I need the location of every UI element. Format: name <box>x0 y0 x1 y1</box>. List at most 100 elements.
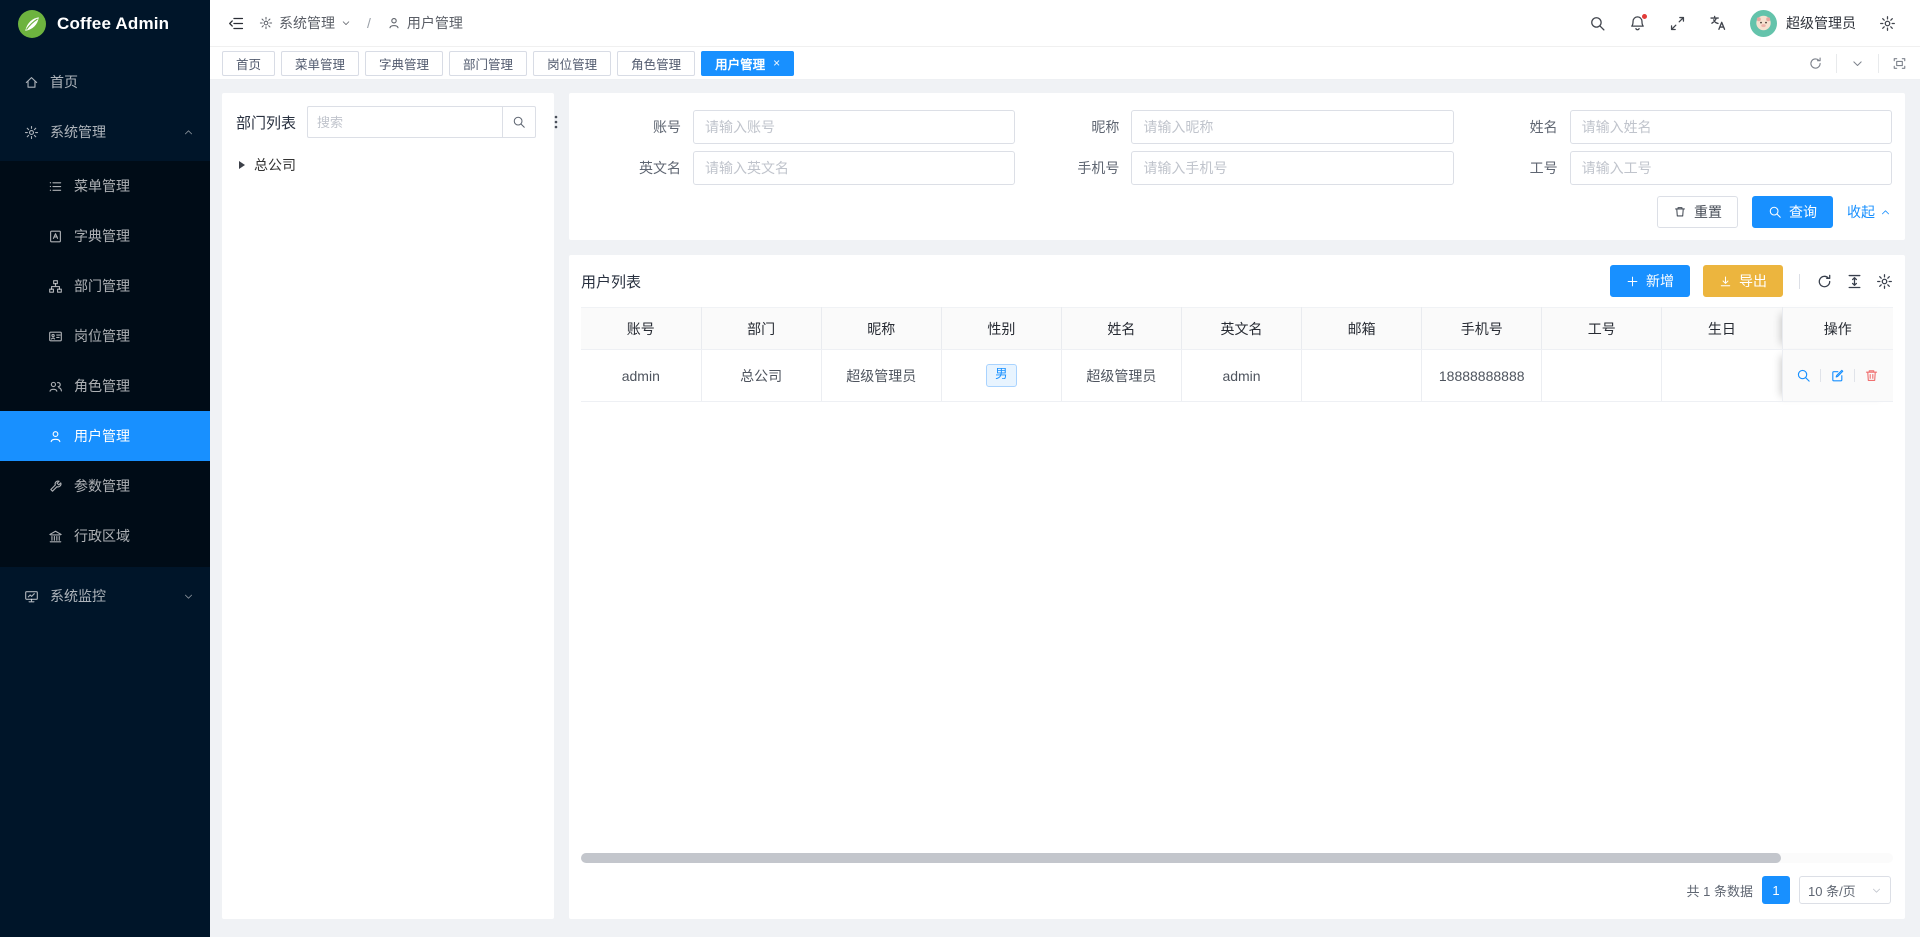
sidebar-item-system-management[interactable]: 系统管理 <box>0 111 210 153</box>
form-field-account: 账号 <box>581 110 1015 144</box>
query-button[interactable]: 查询 <box>1752 196 1833 228</box>
chevron-down-icon <box>341 18 351 28</box>
menu-fold-icon[interactable] <box>228 15 245 32</box>
field-label: 姓名 <box>1458 117 1558 137</box>
scrollbar-thumb[interactable] <box>581 853 1781 863</box>
tab-user-management[interactable]: 用户管理 × <box>701 51 794 76</box>
org-chart-icon <box>48 279 63 294</box>
department-search-button[interactable] <box>502 106 536 138</box>
notification-badge <box>1641 13 1648 20</box>
home-icon <box>24 75 39 90</box>
plus-icon <box>1626 275 1639 288</box>
field-label: 英文名 <box>581 158 681 178</box>
form-actions: 重置 查询 收起 <box>581 196 1892 228</box>
open-tabs: 首页 菜单管理 字典管理 部门管理 岗位管理 角色管理 用户管理 × <box>222 51 794 76</box>
english-name-input[interactable] <box>693 151 1015 185</box>
add-user-button[interactable]: 新增 <box>1610 265 1690 297</box>
refresh-table-icon[interactable] <box>1816 273 1833 290</box>
col-name: 姓名 <box>1061 308 1181 350</box>
chevron-down-icon <box>1871 885 1882 896</box>
tabs-bar: 首页 菜单管理 字典管理 部门管理 岗位管理 角色管理 用户管理 × <box>210 47 1920 80</box>
sidebar-item-post-management[interactable]: 岗位管理 <box>0 311 210 361</box>
collapse-form-link[interactable]: 收起 <box>1847 202 1891 222</box>
field-label: 昵称 <box>1019 117 1119 137</box>
page-button-1[interactable]: 1 <box>1762 876 1790 904</box>
form-field-name: 姓名 <box>1458 110 1892 144</box>
tab-role-management[interactable]: 角色管理 <box>617 51 695 76</box>
col-job-number: 工号 <box>1542 308 1662 350</box>
tab-menu-management[interactable]: 菜单管理 <box>281 51 359 76</box>
reset-label: 重置 <box>1694 202 1722 222</box>
search-form-card: 账号 昵称 姓名 英文名 手机号 <box>569 93 1905 240</box>
chevron-up-icon <box>1880 207 1891 218</box>
sidebar-item-system-monitor[interactable]: 系统监控 <box>0 575 210 617</box>
sidebar-item-dictionary-management[interactable]: 字典管理 <box>0 211 210 261</box>
tab-options-chevron-icon[interactable] <box>1836 54 1878 73</box>
download-icon <box>1719 275 1732 288</box>
tab-dictionary-management[interactable]: 字典管理 <box>365 51 443 76</box>
field-label: 手机号 <box>1019 158 1119 178</box>
nickname-input[interactable] <box>1131 110 1453 144</box>
job-number-input[interactable] <box>1570 151 1892 185</box>
tab-label: 部门管理 <box>463 54 513 73</box>
tab-label: 用户管理 <box>715 54 765 73</box>
col-actions: 操作 <box>1782 308 1893 350</box>
topbar-actions: 超级管理员 <box>1589 10 1896 37</box>
form-field-job-number: 工号 <box>1458 151 1892 185</box>
search-icon[interactable] <box>1589 15 1606 32</box>
chevron-down-icon <box>183 591 194 602</box>
user-icon <box>387 16 401 30</box>
refresh-tab-icon[interactable] <box>1794 54 1836 73</box>
breadcrumb-item-user[interactable]: 用户管理 <box>387 13 463 33</box>
topbar: 系统管理 / 用户管理 <box>210 0 1920 47</box>
col-email: 邮箱 <box>1302 308 1422 350</box>
more-options-icon[interactable] <box>547 112 565 132</box>
sidebar-item-user-management[interactable]: 用户管理 <box>0 411 210 461</box>
sidebar-item-label: 参数管理 <box>74 476 194 496</box>
settings-gear-icon[interactable] <box>1879 15 1896 32</box>
department-search-input[interactable] <box>307 106 502 138</box>
tree-node-company[interactable]: 总公司 <box>236 155 540 175</box>
account-input[interactable] <box>693 110 1015 144</box>
table-toolbar: 新增 导出 <box>1610 265 1893 297</box>
user-list-header: 用户列表 新增 导出 <box>581 255 1893 307</box>
fullscreen-icon[interactable] <box>1669 15 1686 32</box>
phone-input[interactable] <box>1131 151 1453 185</box>
clear-icon <box>1673 205 1687 219</box>
tab-label: 岗位管理 <box>547 54 597 73</box>
sidebar-item-home[interactable]: 首页 <box>0 61 210 103</box>
name-input[interactable] <box>1570 110 1892 144</box>
breadcrumb-item-system[interactable]: 系统管理 <box>259 13 351 33</box>
sidebar-item-parameter-management[interactable]: 参数管理 <box>0 461 210 511</box>
tab-label: 字典管理 <box>379 54 429 73</box>
sidebar-item-department-management[interactable]: 部门管理 <box>0 261 210 311</box>
dictionary-icon <box>48 229 63 244</box>
tab-close-icon[interactable]: × <box>773 56 780 70</box>
column-settings-gear-icon[interactable] <box>1876 273 1893 290</box>
sidebar-item-role-management[interactable]: 角色管理 <box>0 361 210 411</box>
translate-icon[interactable] <box>1709 14 1727 32</box>
view-row-icon[interactable] <box>1796 368 1811 383</box>
edit-row-icon[interactable] <box>1830 368 1845 383</box>
reset-button[interactable]: 重置 <box>1657 196 1738 228</box>
content-fullscreen-icon[interactable] <box>1878 54 1920 73</box>
user-menu[interactable]: 超级管理员 <box>1750 10 1856 37</box>
delete-row-icon[interactable] <box>1864 368 1879 383</box>
tab-home[interactable]: 首页 <box>222 51 275 76</box>
tab-post-management[interactable]: 岗位管理 <box>533 51 611 76</box>
page-size-select[interactable]: 10 条/页 <box>1799 876 1891 904</box>
sidebar-item-administrative-region[interactable]: 行政区域 <box>0 511 210 561</box>
sidebar: Coffee Admin 首页 系统管理 菜单管理 字典管理 部门管理 <box>0 0 210 937</box>
tab-department-management[interactable]: 部门管理 <box>449 51 527 76</box>
cell-phone: 18888888888 <box>1422 350 1542 402</box>
sidebar-item-label: 首页 <box>50 72 194 92</box>
row-density-icon[interactable] <box>1846 273 1863 290</box>
breadcrumb: 系统管理 / 用户管理 <box>228 13 463 33</box>
cell-account: admin <box>581 350 701 402</box>
export-button[interactable]: 导出 <box>1703 265 1783 297</box>
caret-right-icon[interactable] <box>239 161 245 169</box>
user-icon <box>48 429 63 444</box>
sidebar-item-menu-management[interactable]: 菜单管理 <box>0 161 210 211</box>
table-row: admin 总公司 超级管理员 男 超级管理员 admin 1888888888… <box>581 350 1893 402</box>
notification-bell-icon[interactable] <box>1629 15 1646 32</box>
